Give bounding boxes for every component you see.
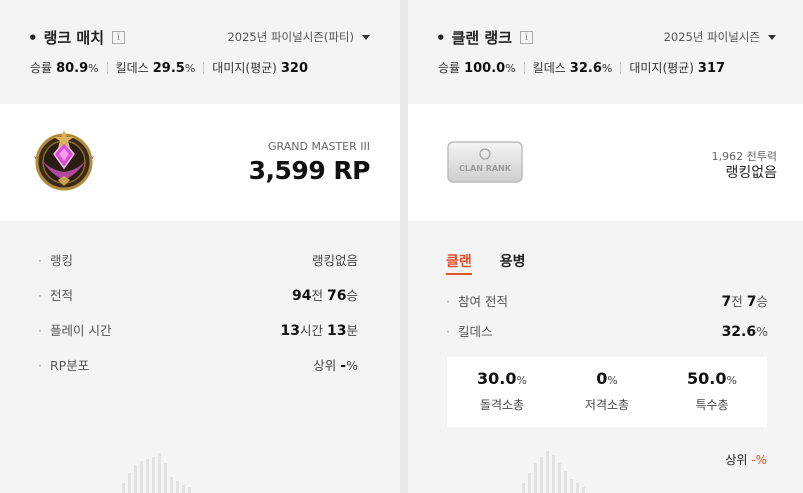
weapon-assault-rifle: 30.0% 돌격소총	[477, 369, 527, 412]
rp-value: 3,599 RP	[248, 156, 371, 185]
playtime-label: 플레이 시간	[38, 320, 111, 339]
divider	[106, 61, 108, 74]
tab-clan[interactable]: 클랜	[446, 251, 472, 275]
rank-card: GRAND MASTER III 3,599 RP	[0, 104, 400, 221]
damage-label: 대미지(평균)	[212, 61, 277, 75]
damage-value: 317	[697, 61, 726, 76]
rank-match-panel: • 랭크 매치 i 2025년 파이널시즌(파티) 승률 80.9% 킬데스 2…	[0, 0, 400, 493]
clan-tabs: 클랜 용병	[446, 251, 526, 275]
weapon-special-gun: 50.0% 특수총	[687, 369, 737, 412]
clan-rank-stats: 승률 100.0% 킬데스 32.6% 대미지(평균) 317	[438, 61, 726, 76]
ranking-value: 랭킹없음	[311, 253, 358, 268]
clan-rp-distribution: 상위 -%	[725, 453, 767, 467]
winrate-value: 100.0	[464, 61, 506, 76]
playtime-row: 플레이 시간 13시간 13분	[38, 320, 358, 339]
info-icon[interactable]: i	[112, 31, 126, 44]
participation-value: 7전 7승	[721, 294, 768, 310]
weapon-sniper-rifle: 0% 저격소총	[584, 369, 630, 412]
damage-label: 대미지(평균)	[629, 61, 694, 75]
rp-distribution-row: RP분포 상위 -%	[38, 355, 358, 374]
season-select-value: 2025년 파이널시즌(파티)	[227, 30, 354, 44]
weapon-usage-box: 30.0% 돌격소총 0% 저격소총 50.0% 특수총	[447, 357, 767, 427]
playtime-value: 13시간 13분	[280, 323, 358, 339]
rank-match-stats: 승률 80.9% 킬데스 29.5% 대미지(평균) 320	[30, 61, 308, 76]
winrate-value: 80.9	[56, 61, 89, 76]
season-select[interactable]: 2025년 파이널시즌	[664, 29, 776, 45]
kd-label: 킬데스	[532, 61, 566, 75]
clan-kd-label: 킬데스	[446, 321, 493, 340]
clan-kd-row: 킬데스 32.6%	[446, 321, 768, 340]
dropdown-arrow-icon	[362, 34, 370, 40]
rp-distribution-value: 상위 -%	[313, 358, 358, 374]
winrate-label: 승률	[438, 61, 461, 75]
rank-match-title-text: 랭크 매치	[43, 29, 105, 47]
clan-card: CLAN RANK 1,962 전투력 랭킹없음	[408, 104, 803, 221]
ranking-row: 랭킹 랭킹없음	[38, 250, 358, 269]
winrate-label: 승률	[30, 61, 53, 75]
tier-name: GRAND MASTER III	[268, 140, 370, 153]
season-select[interactable]: 2025년 파이널시즌(파티)	[227, 29, 370, 45]
rp-distribution-chart	[122, 453, 191, 493]
clan-rank-title: • 클랜 랭크 i	[436, 27, 534, 48]
rp-distribution-chart	[522, 451, 585, 493]
record-value: 94전 76승	[292, 288, 358, 304]
season-select-value: 2025년 파이널시즌	[663, 30, 760, 44]
divider	[203, 61, 205, 74]
grand-master-emblem-icon	[34, 130, 94, 191]
clan-rank-header: • 클랜 랭크 i 2025년 파이널시즌 승률 100.0% 킬데스 32.6…	[408, 0, 803, 104]
ranking-label: 랭킹	[38, 250, 73, 269]
participation-row: 참여 전적 7전 7승	[446, 291, 768, 310]
clan-rank-panel: • 클랜 랭크 i 2025년 파이널시즌 승률 100.0% 킬데스 32.6…	[408, 0, 803, 493]
clan-kd-value: 32.6%	[721, 324, 768, 340]
rp-distribution-label: RP분포	[38, 355, 89, 374]
rank-match-header: • 랭크 매치 i 2025년 파이널시즌(파티) 승률 80.9% 킬데스 2…	[0, 0, 400, 104]
info-icon[interactable]: i	[520, 31, 534, 44]
clan-rank-tag-icon: CLAN RANK	[447, 141, 523, 183]
clan-rank-tag-text: CLAN RANK	[459, 164, 512, 173]
rank-match-title: • 랭크 매치 i	[28, 27, 126, 48]
divider	[620, 61, 622, 74]
kd-label: 킬데스	[115, 61, 149, 75]
participation-label: 참여 전적	[446, 291, 508, 310]
tab-mercenary[interactable]: 용병	[500, 251, 526, 275]
divider	[523, 61, 525, 74]
damage-value: 320	[280, 61, 308, 76]
record-row: 전적 94전 76승	[38, 285, 358, 304]
kd-value: 29.5	[152, 61, 185, 76]
kd-value: 32.6	[569, 61, 602, 76]
clan-rank-title-text: 클랜 랭크	[451, 29, 513, 47]
record-label: 전적	[38, 285, 73, 304]
dropdown-arrow-icon	[768, 34, 776, 40]
clan-ranking-value: 랭킹없음	[725, 165, 777, 181]
